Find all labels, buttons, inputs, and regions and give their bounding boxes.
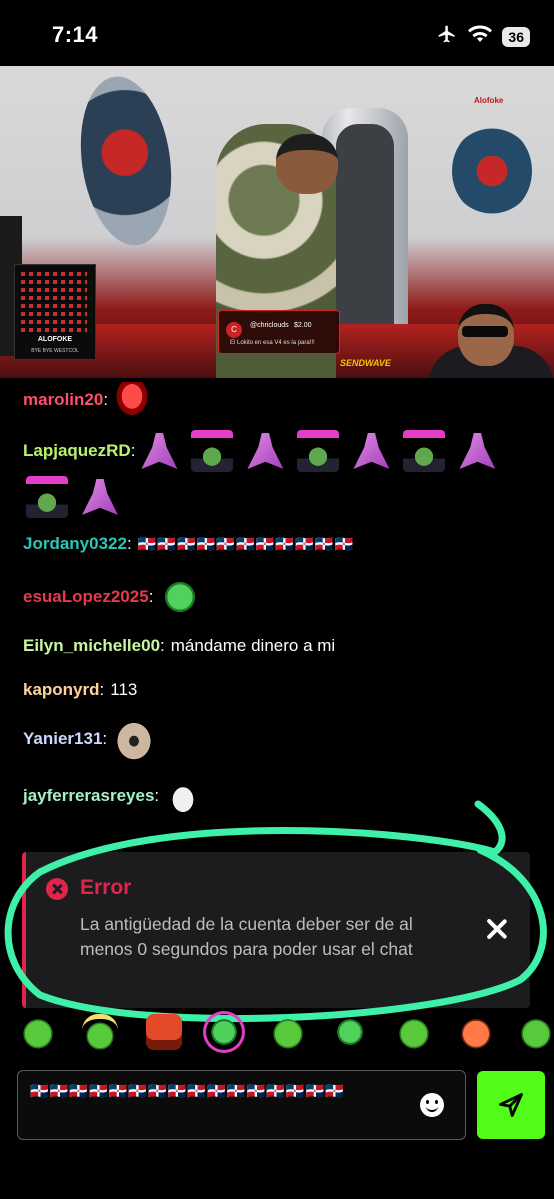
qr-subcaption: BYE BYE WESTCOL [31,348,79,354]
chat-input-value[interactable]: 🇩🇴🇩🇴🇩🇴🇩🇴🇩🇴🇩🇴🇩🇴🇩🇴🇩🇴🇩🇴🇩🇴🇩🇴🇩🇴🇩🇴🇩🇴🇩🇴 [30,1080,390,1104]
frog-face-emote-icon[interactable] [518,1014,554,1050]
wink-frog-emote-icon[interactable] [332,1014,368,1050]
chat-message: LapjaquezRD: [23,430,509,472]
chat-message: Yanier131: [23,718,169,760]
praying-hands-emote-icon [247,433,284,469]
status-bar: 7:14 36 [0,0,554,66]
goose-emote-icon [165,778,202,814]
chat-text: 113 [110,680,138,699]
chat-username[interactable]: jayferrerasreyes [23,786,154,806]
qr-code [21,270,87,332]
tip-amount: $2.00 [294,322,312,329]
chat-username[interactable]: esuaLopez2025 [23,587,149,607]
tip-message: El Lokito en esa V4 es la para!!! [230,340,315,346]
frog-emote-icon[interactable] [20,1014,56,1050]
pepe-dj-emote-icon [403,430,446,472]
airplane-icon [436,24,458,49]
chat-messages[interactable]: marolin20: LapjaquezRD: Jordany0322: 🇩🇴🇩… [0,378,554,848]
send-button[interactable] [477,1071,545,1139]
chat-text: mándame dinero a mi [170,636,336,655]
status-time: 7:14 [52,22,99,47]
laughing-frog-emote-icon[interactable] [396,1014,432,1050]
status-icons: 36 [436,24,530,49]
angel-frog-emote-icon[interactable] [82,1014,118,1050]
sunglasses [462,326,508,337]
chat-username[interactable]: Eilyn_michelle00 [23,636,160,656]
wifi-icon [468,25,493,48]
tip-user: @chriclouds [250,322,289,329]
praying-hands-emote-icon [459,433,496,469]
chat-message: marolin20: [23,382,164,418]
emoji-icon[interactable] [420,1093,444,1117]
wall-art [452,126,532,216]
chat-message: Jordany0322: 🇩🇴🇩🇴🇩🇴🇩🇴🇩🇴🇩🇴🇩🇴🇩🇴🇩🇴🇩🇴🇩🇴 [23,534,355,554]
wall-art [70,70,182,252]
chat-message: jayferrerasreyes: [23,778,215,814]
error-icon [46,878,68,900]
smirk-frog-emote-icon[interactable] [270,1014,306,1050]
error-title: Error [80,876,132,899]
tip-avatar: C [226,322,242,338]
chat-message: esuaLopez2025: [23,576,215,618]
cat-emote-icon [113,718,156,760]
studio-door-inner [336,124,394,358]
close-icon[interactable] [480,912,514,946]
praying-hands-emote-icon [82,479,118,515]
emote-bar [0,1010,554,1058]
pepe-headset-emote-icon [159,576,202,618]
chat-username[interactable]: kaponyrd [23,680,100,700]
error-message: La antigüedad de la cuenta deber ser de … [80,914,413,959]
pepe-dj-emote-icon [26,476,68,518]
battery-indicator: 36 [502,26,530,47]
chat-message: Eilyn_michelle00: mándame dinero a mi [23,636,336,656]
brand-logo: Alofoke [474,96,504,105]
siren-emote-icon [114,382,151,418]
qr-caption: ALOFOKE [37,336,73,343]
person-standing-head [276,134,338,194]
chat-username[interactable]: LapjaquezRD [23,441,131,461]
praying-hands-emote-icon [353,433,390,469]
chat-message: kaponyrd: 113 [23,680,138,700]
send-icon [499,1093,523,1117]
chat-message-continued [26,476,132,518]
video-player[interactable]: ALOFOKE BYE BYE WESTCOL C @chriclouds $2… [0,66,554,378]
pepe-dj-emote-icon [297,430,340,472]
pepe-dj-emote-icon [191,430,234,472]
sponsor-banner: SENDWAVE [340,358,391,368]
chat-text: 🇩🇴🇩🇴🇩🇴🇩🇴🇩🇴🇩🇴🇩🇴🇩🇴🇩🇴🇩🇴🇩🇴 [137,536,355,553]
praying-hands-emote-icon [141,433,178,469]
pepe-headset-emote-icon[interactable] [206,1014,242,1050]
angry-face-emote-icon[interactable] [146,1014,182,1050]
chat-username[interactable]: marolin20 [23,390,103,410]
chat-username[interactable]: Yanier131 [23,729,102,749]
chat-username[interactable]: Jordany0322 [23,534,127,554]
monkey-emote-icon[interactable] [458,1014,494,1050]
